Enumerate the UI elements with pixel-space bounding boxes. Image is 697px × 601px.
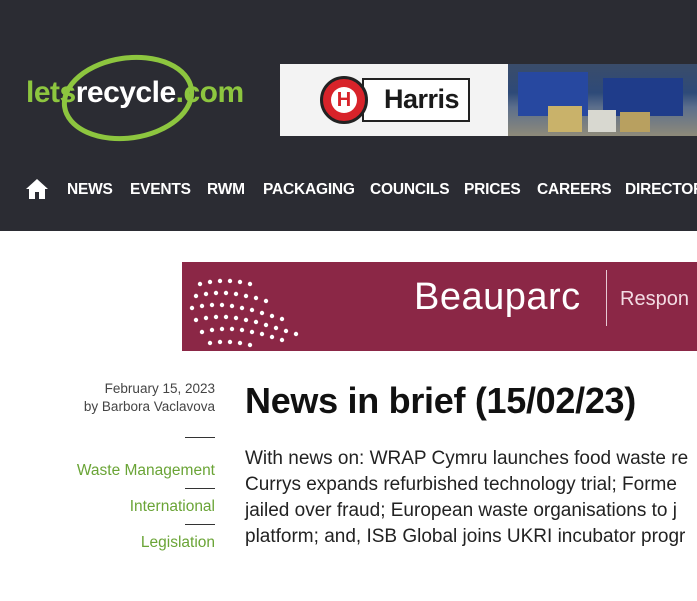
- logo-part-dotcom: .com: [175, 76, 245, 109]
- nav-item-directory[interactable]: DIRECTOR: [625, 181, 697, 199]
- harris-badge-icon: H: [320, 76, 368, 124]
- article-summary: With news on: WRAP Cymru launches food w…: [245, 446, 697, 550]
- beauparc-tagline-text: Respon: [620, 288, 689, 310]
- sidebar-divider: [185, 437, 215, 438]
- beauparc-ad-banner[interactable]: Beauparc Respon: [182, 262, 697, 351]
- category-link-legislation[interactable]: Legislation: [141, 534, 215, 552]
- category-link-waste-management[interactable]: Waste Management: [77, 462, 215, 480]
- category-link-international[interactable]: International: [130, 498, 215, 516]
- sidebar-divider: [185, 524, 215, 525]
- nav-item-events[interactable]: EVENTS: [130, 181, 191, 199]
- logo-part-recycle: recycle: [75, 76, 176, 109]
- article-author[interactable]: by Barbora Vaclavova: [84, 399, 215, 414]
- nav-item-prices[interactable]: PRICES: [464, 181, 521, 199]
- banner-divider: [606, 270, 607, 326]
- harris-machinery-photo: [508, 64, 697, 136]
- summary-line: With news on: WRAP Cymru launches food w…: [245, 448, 689, 469]
- harris-brand-text: Harris: [384, 84, 460, 114]
- nav-item-rwm[interactable]: RWM: [207, 181, 245, 199]
- site-logo[interactable]: letsrecycle.com: [24, 52, 269, 142]
- summary-line: jailed over fraud; European waste organi…: [245, 500, 677, 521]
- summary-line: platform; and, ISB Global joins UKRI inc…: [245, 526, 686, 547]
- harris-ad-banner[interactable]: H Harris: [280, 64, 697, 136]
- nav-item-careers[interactable]: CAREERS: [537, 181, 612, 199]
- logo-part-lets: lets: [26, 76, 76, 109]
- summary-line: Currys expands refurbished technology tr…: [245, 474, 677, 495]
- sidebar-divider: [185, 488, 215, 489]
- nav-item-packaging[interactable]: PACKAGING: [263, 181, 355, 199]
- dot-pattern-icon: [189, 278, 299, 348]
- nav-item-news[interactable]: NEWS: [67, 181, 113, 199]
- nav-item-councils[interactable]: COUNCILS: [370, 181, 450, 199]
- article-date: February 15, 2023: [104, 381, 215, 396]
- site-header: letsrecycle.com H Harris NEWS EVENTS RWM…: [0, 0, 697, 231]
- article-title: News in brief (15/02/23): [245, 380, 636, 421]
- home-icon[interactable]: [25, 178, 49, 200]
- beauparc-brand-text: Beauparc: [414, 276, 581, 318]
